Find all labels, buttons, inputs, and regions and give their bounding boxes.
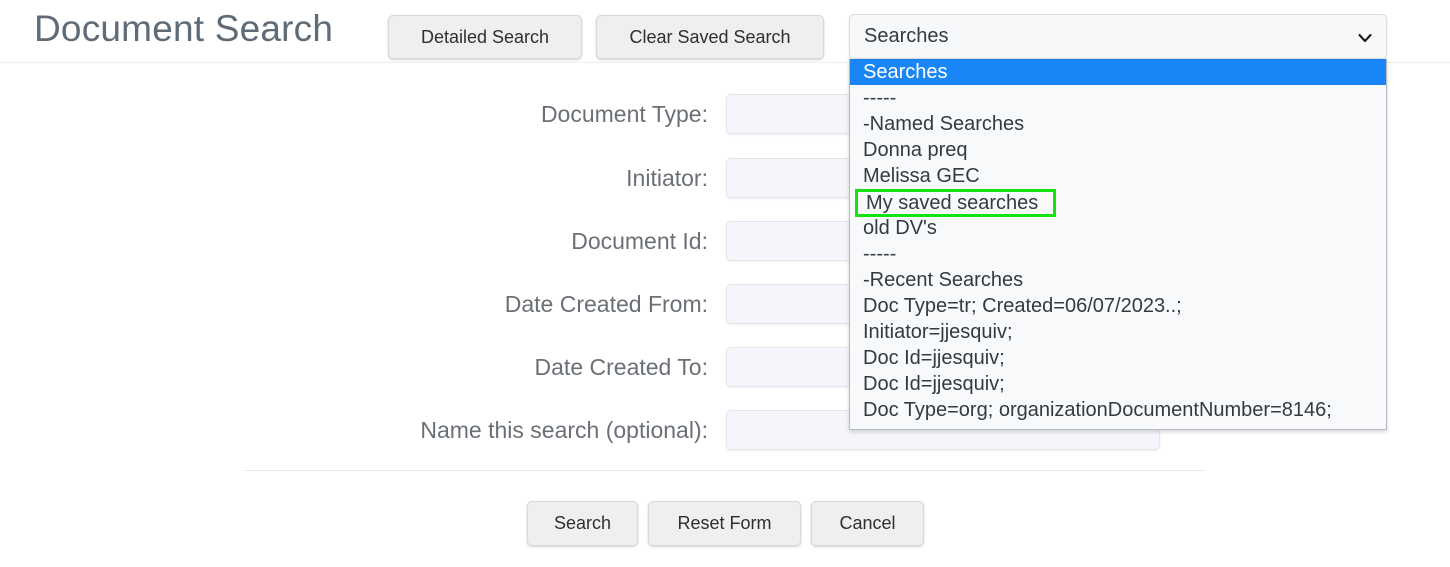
label-date-created-from: Date Created From: bbox=[504, 291, 708, 317]
dropdown-option[interactable]: old DV's bbox=[850, 215, 1386, 241]
dropdown-option[interactable]: Doc Id=jjesquiv; bbox=[850, 371, 1386, 397]
searches-dropdown-list[interactable]: Searches ----- -Named Searches Donna preq Me… bbox=[849, 59, 1387, 430]
clear-saved-search-button[interactable]: Clear Saved Search bbox=[596, 15, 824, 59]
searches-select[interactable]: Searches bbox=[849, 14, 1387, 59]
dropdown-option[interactable]: Doc Type=org; organizationDocumentNumber… bbox=[850, 397, 1386, 423]
label-document-id: Document Id: bbox=[571, 228, 708, 254]
page-title: Document Search bbox=[34, 8, 334, 49]
dropdown-option[interactable]: Doc Type=tr; Created=06/07/2023..; bbox=[850, 293, 1386, 319]
detailed-search-button[interactable]: Detailed Search bbox=[388, 15, 582, 59]
search-button[interactable]: Search bbox=[527, 501, 638, 546]
label-initiator: Initiator: bbox=[626, 165, 708, 191]
dropdown-option[interactable]: Doc Id=jjesquiv; bbox=[850, 345, 1386, 371]
dropdown-option[interactable]: -Recent Searches bbox=[850, 267, 1386, 293]
footer-divider bbox=[245, 470, 1205, 471]
dropdown-option[interactable]: Initiator=jjesquiv; bbox=[850, 319, 1386, 345]
dropdown-option-my-saved-searches[interactable]: My saved searches bbox=[855, 189, 1056, 217]
label-name-this-search: Name this search (optional): bbox=[420, 417, 708, 443]
chevron-down-icon bbox=[1356, 29, 1374, 47]
dropdown-option[interactable]: Searches bbox=[850, 59, 1386, 85]
label-date-created-to: Date Created To: bbox=[534, 354, 708, 380]
cancel-button[interactable]: Cancel bbox=[811, 501, 924, 546]
label-document-type: Document Type: bbox=[540, 101, 708, 127]
dropdown-option-row[interactable]: My saved searches bbox=[850, 189, 1386, 217]
dropdown-option[interactable]: ----- bbox=[850, 241, 1386, 267]
dropdown-option[interactable]: Donna preq bbox=[850, 137, 1386, 163]
searches-select-value: Searches bbox=[864, 25, 949, 47]
reset-form-button[interactable]: Reset Form bbox=[648, 501, 801, 546]
dropdown-option[interactable]: Melissa GEC bbox=[850, 163, 1386, 189]
dropdown-option[interactable]: -Named Searches bbox=[850, 111, 1386, 137]
dropdown-option[interactable]: ----- bbox=[850, 85, 1386, 111]
